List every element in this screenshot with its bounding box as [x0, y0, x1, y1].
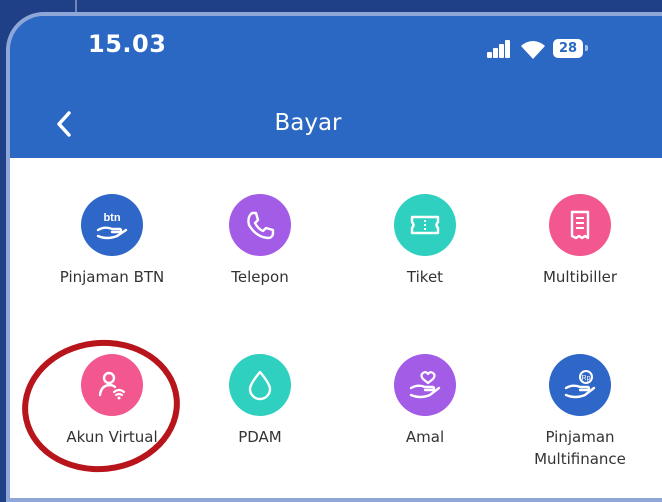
wifi-icon: [521, 41, 545, 59]
svg-text:btn: btn: [103, 212, 120, 224]
menu-item-label: Pinjaman Multifinance: [534, 428, 626, 468]
menu-item-amal[interactable]: Amal: [355, 354, 495, 448]
menu-item-pdam[interactable]: PDAM: [190, 354, 330, 448]
menu-item-label: Akun Virtual: [66, 428, 158, 446]
menu-grid: btn Pinjaman BTN Telepon Tiket Multibill…: [10, 158, 662, 498]
status-bar: 15.03 28: [10, 16, 662, 92]
menu-item-label: Amal: [405, 428, 445, 446]
page-title: Bayar: [274, 110, 342, 136]
multifinance-icon: Rp: [549, 354, 611, 416]
menu-item-pinjaman-btn[interactable]: btn Pinjaman BTN: [42, 194, 182, 288]
svg-text:Rp: Rp: [582, 375, 591, 382]
menu-item-tiket[interactable]: Tiket: [355, 194, 495, 288]
phone-frame: 15.03 28 Bayar btn Pinjaman BTN Telepon …: [6, 12, 662, 502]
virtual-account-icon: [81, 354, 143, 416]
menu-item-label: Telepon: [231, 268, 289, 286]
menu-item-pinjaman-multifinance[interactable]: Rp Pinjaman Multifinance: [510, 354, 650, 470]
menu-item-label: PDAM: [238, 428, 282, 446]
menu-item-label: Tiket: [406, 268, 444, 286]
menu-item-akun-virtual[interactable]: Akun Virtual: [42, 354, 182, 448]
phone-icon: [229, 194, 291, 256]
menu-item-label: Pinjaman BTN: [59, 268, 165, 286]
menu-item-telepon[interactable]: Telepon: [190, 194, 330, 288]
status-time: 15.03: [88, 30, 167, 58]
header-bar: Bayar: [10, 92, 662, 158]
signal-icon: [487, 40, 511, 58]
water-drop-icon: [229, 354, 291, 416]
battery-tip: [585, 45, 588, 51]
menu-item-label: Multibiller: [542, 268, 618, 286]
btn-loan-icon: btn: [81, 194, 143, 256]
ticket-icon: [394, 194, 456, 256]
charity-hand-icon: [394, 354, 456, 416]
battery-icon: 28: [553, 39, 583, 58]
receipt-icon: [549, 194, 611, 256]
menu-item-multibiller[interactable]: Multibiller: [510, 194, 650, 288]
